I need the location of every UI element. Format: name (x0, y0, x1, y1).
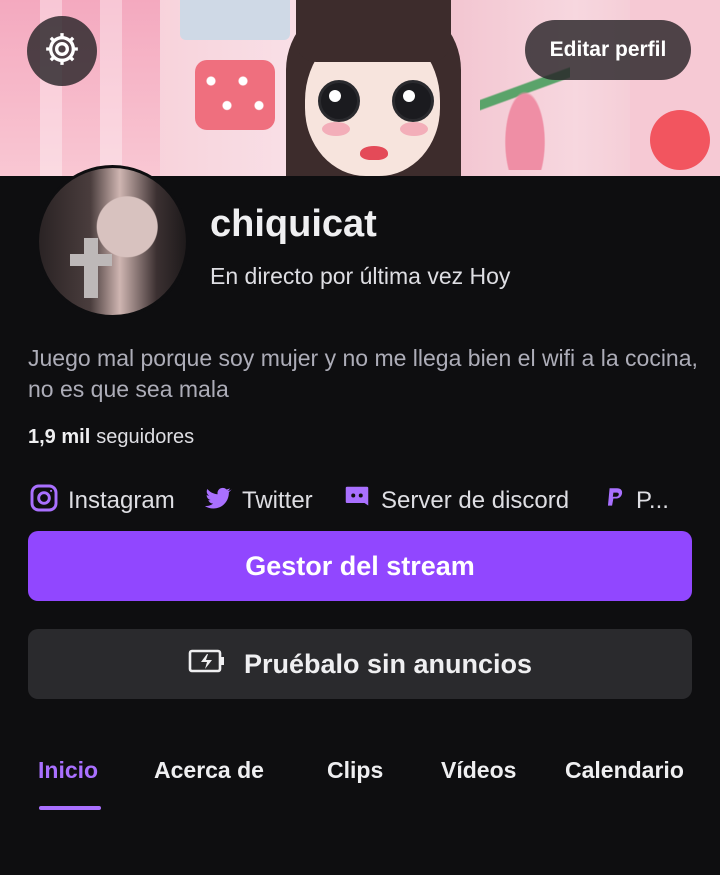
tab-acerca-de[interactable]: Acerca de (154, 757, 264, 784)
bio: Juego mal porque soy mujer y no me llega… (28, 345, 698, 402)
tab-clips[interactable]: Clips (327, 757, 383, 784)
followers-count: 1,9 mil (28, 426, 91, 448)
last-live-status: En directo por última vez Hoy (210, 263, 511, 289)
social-link-paypal[interactable]: P... (602, 480, 669, 522)
social-link-label: Server de discord (381, 487, 570, 514)
stream-manager-button[interactable]: Gestor del stream (28, 531, 692, 601)
battery-charging-icon (188, 648, 226, 681)
edit-profile-button[interactable]: Editar perfil (525, 20, 691, 80)
try-ad-free-label: Pruébalo sin anuncios (243, 648, 533, 679)
tab-videos[interactable]: Vídeos (441, 757, 516, 784)
username: chiquicat (210, 203, 377, 245)
social-link-label: Twitter (242, 487, 313, 514)
social-link-discord[interactable]: Server de discord (341, 480, 569, 522)
tab-calendario[interactable]: Calendario (565, 757, 684, 784)
followers[interactable]: 1,9 mil seguidores (28, 426, 194, 449)
social-link-twitter[interactable]: Twitter (202, 480, 313, 522)
social-link-label: P... (636, 487, 669, 514)
social-link-label: Instagram (68, 487, 175, 514)
gear-icon (42, 29, 82, 74)
social-link-instagram[interactable]: Instagram (28, 480, 175, 522)
twitter-icon (202, 483, 234, 520)
try-ad-free-button[interactable]: Pruébalo sin anuncios (28, 629, 692, 699)
instagram-icon (28, 482, 60, 521)
followers-label: seguidores (96, 426, 195, 448)
discord-icon (341, 483, 373, 520)
active-tab-indicator (39, 806, 101, 810)
tab-inicio[interactable]: Inicio (38, 757, 98, 784)
paypal-icon (602, 483, 628, 520)
settings-button[interactable] (27, 16, 97, 86)
avatar[interactable] (36, 165, 189, 318)
